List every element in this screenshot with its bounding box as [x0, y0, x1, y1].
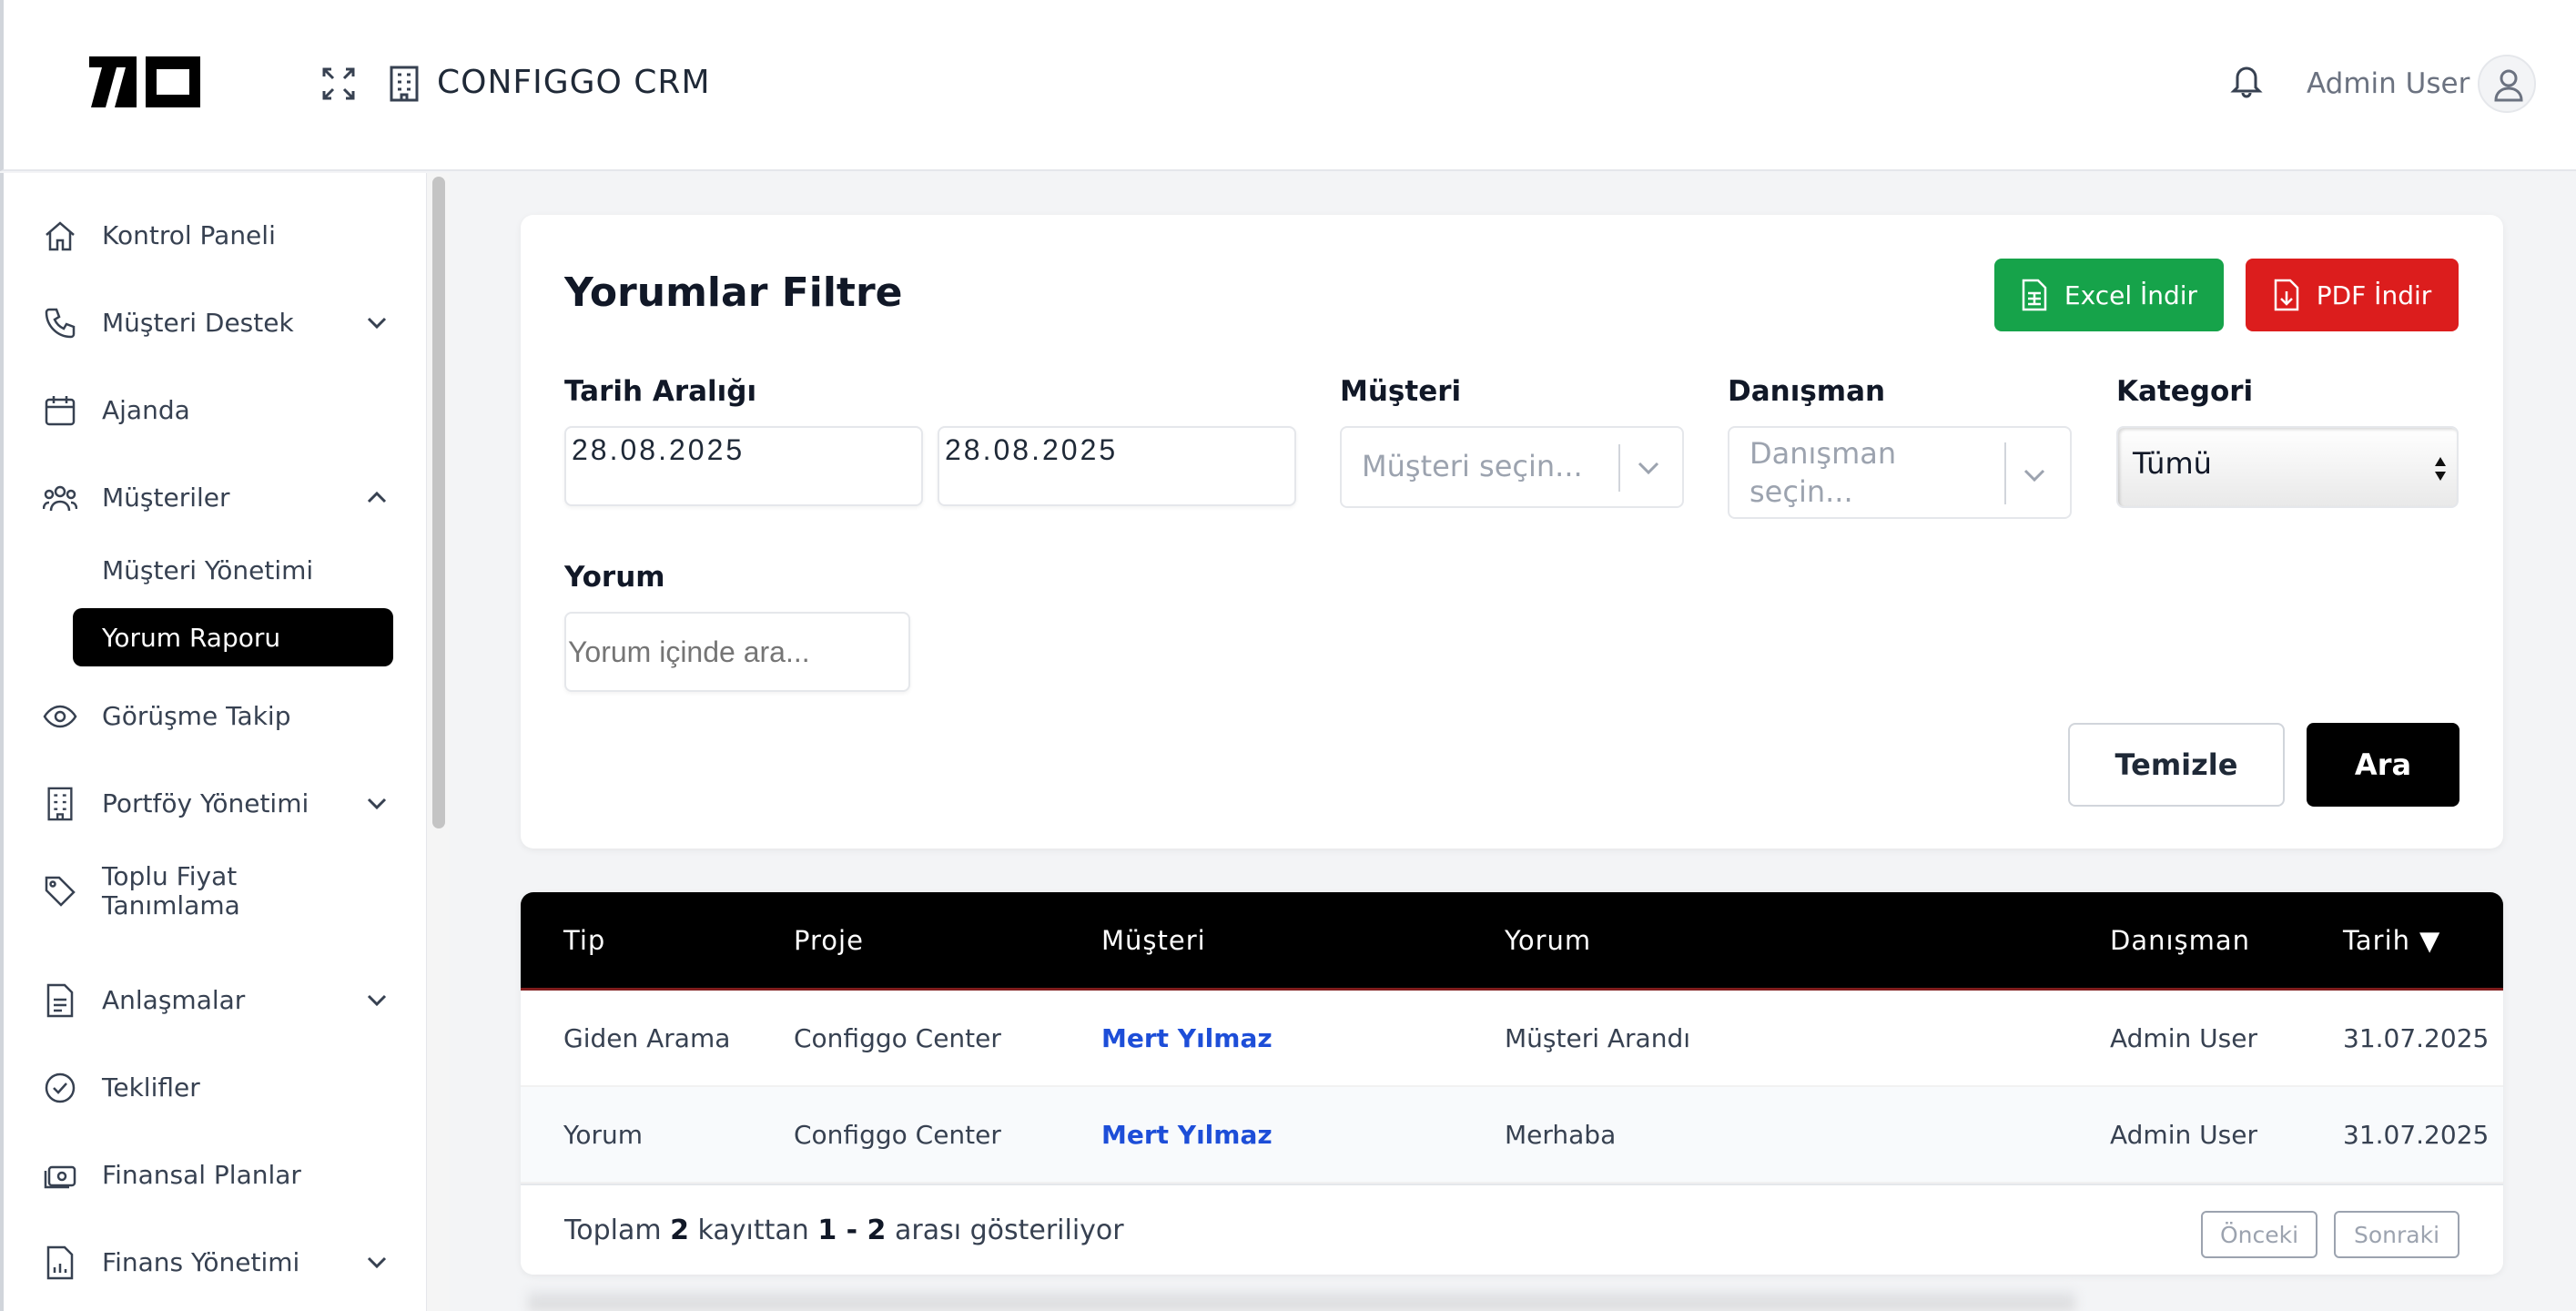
- customer-link[interactable]: Mert Yılmaz: [1101, 1023, 1273, 1053]
- sidebar-item-anlasmalar[interactable]: Anlaşmalar: [42, 969, 388, 1032]
- sidebar-item-musteri-destek[interactable]: Müşteri Destek: [42, 291, 388, 355]
- sidebar-item-teklifler[interactable]: Teklifler: [42, 1056, 388, 1120]
- column-musteri[interactable]: Müşteri: [1101, 925, 1206, 956]
- app-title: CONFIGGO CRM: [437, 64, 711, 101]
- page-bottom-shadow: [528, 1291, 2075, 1311]
- tag-icon: [42, 873, 78, 910]
- configgo-logo[interactable]: [89, 55, 202, 109]
- table-header: Tip Proje Müşteri Yorum Danışman Tarih ▼: [521, 892, 2503, 991]
- excel-download-button[interactable]: Excel İndir: [1994, 259, 2224, 331]
- filter-title: Yorumlar Filtre: [564, 269, 903, 316]
- select-arrows-icon: [2435, 457, 2446, 481]
- comments-table: Tip Proje Müşteri Yorum Danışman Tarih ▼ …: [521, 892, 2503, 1275]
- sidebar-subitem-yorum-raporu[interactable]: Yorum Raporu: [73, 608, 393, 666]
- customer-select[interactable]: Müşteri seçin...: [1340, 426, 1684, 508]
- pdf-download-icon: [2274, 279, 2298, 311]
- column-yorum[interactable]: Yorum: [1505, 925, 1591, 956]
- sidebar: Kontrol Paneli Müşteri Destek Ajanda Müş…: [0, 173, 450, 1311]
- phone-icon: [42, 305, 78, 341]
- comment-search-input[interactable]: [564, 612, 910, 692]
- user-name[interactable]: Admin User: [2307, 67, 2470, 100]
- calendar-icon: [42, 392, 78, 429]
- top-header: CONFIGGO CRM Admin User: [0, 0, 2576, 171]
- avatar[interactable]: [2478, 55, 2536, 113]
- home-icon: [42, 218, 78, 254]
- comment-label: Yorum: [564, 561, 665, 594]
- chevron-down-icon: [367, 994, 387, 1007]
- column-danisman[interactable]: Danışman: [2110, 925, 2250, 956]
- sidebar-item-kontrol-paneli[interactable]: Kontrol Paneli: [42, 204, 388, 268]
- consultant-select[interactable]: Danışman seçin...: [1728, 426, 2072, 519]
- previous-page-button[interactable]: Önceki: [2201, 1211, 2317, 1258]
- date-to-input[interactable]: [938, 426, 1296, 506]
- category-label: Kategori: [2116, 375, 2254, 408]
- pdf-download-button[interactable]: PDF İndir: [2246, 259, 2459, 331]
- check-circle-icon: [42, 1070, 78, 1106]
- building-icon: [390, 66, 419, 102]
- document-icon: [42, 982, 78, 1019]
- chevron-down-icon: [1638, 462, 1659, 475]
- chevron-down-icon: [367, 798, 387, 810]
- filter-card: Yorumlar Filtre Excel İndir PDF İndir Ta…: [521, 215, 2503, 849]
- chevron-up-icon: [367, 491, 387, 503]
- sidebar-subitem-musteri-yonetimi[interactable]: Müşteri Yönetimi: [73, 541, 393, 599]
- sidebar-item-gorusme-takip[interactable]: Görüşme Takip: [42, 685, 388, 748]
- table-row[interactable]: Yorum Configgo Center Mert Yılmaz Merhab…: [521, 1087, 2503, 1184]
- table-row[interactable]: Giden Arama Configgo Center Mert Yılmaz …: [521, 991, 2503, 1087]
- sidebar-item-finans-yonetimi[interactable]: Finans Yönetimi: [42, 1231, 388, 1295]
- sidebar-item-musteriler[interactable]: Müşteriler: [42, 466, 388, 530]
- bell-icon[interactable]: [2230, 62, 2263, 98]
- search-button[interactable]: Ara: [2307, 723, 2459, 807]
- sidebar-scrollbar[interactable]: [426, 173, 450, 1311]
- column-tip[interactable]: Tip: [563, 925, 605, 956]
- sort-desc-icon: ▼: [2419, 925, 2441, 956]
- customer-label: Müşteri: [1340, 375, 1462, 408]
- sidebar-item-portfoy-yonetimi[interactable]: Portföy Yönetimi: [42, 772, 388, 836]
- sidebar-scrollbar-thumb[interactable]: [432, 177, 445, 828]
- expand-icon[interactable]: [322, 67, 355, 100]
- column-proje[interactable]: Proje: [794, 925, 864, 956]
- clear-button[interactable]: Temizle: [2068, 723, 2285, 807]
- eye-icon: [42, 698, 78, 735]
- sidebar-item-toplu-fiyat-tanimlama[interactable]: Toplu Fiyat Tanımlama: [42, 859, 388, 923]
- chevron-down-icon: [2023, 469, 2045, 483]
- date-range-label: Tarih Aralığı: [564, 375, 757, 408]
- users-icon: [42, 480, 78, 516]
- building-icon: [42, 786, 78, 822]
- chevron-down-icon: [367, 1256, 387, 1269]
- chevron-down-icon: [367, 317, 387, 330]
- sidebar-item-finansal-planlar[interactable]: Finansal Planlar: [42, 1143, 388, 1207]
- chart-icon: [42, 1245, 78, 1281]
- user-icon: [2494, 69, 2523, 102]
- sidebar-item-ajanda[interactable]: Ajanda: [42, 379, 388, 442]
- column-tarih[interactable]: Tarih ▼: [2343, 925, 2440, 956]
- pagination-summary: Toplam 2 kayıttan 1 - 2 arası gösteriliy…: [564, 1214, 1124, 1246]
- customer-link[interactable]: Mert Yılmaz: [1101, 1120, 1273, 1150]
- consultant-label: Danışman: [1728, 375, 1886, 408]
- excel-file-icon: [2022, 279, 2047, 311]
- next-page-button[interactable]: Sonraki: [2334, 1211, 2459, 1258]
- category-select[interactable]: Tümü: [2116, 426, 2459, 508]
- date-from-input[interactable]: [564, 426, 923, 506]
- money-icon: [42, 1157, 78, 1194]
- table-footer: Toplam 2 kayıttan 1 - 2 arası gösteriliy…: [521, 1184, 2503, 1275]
